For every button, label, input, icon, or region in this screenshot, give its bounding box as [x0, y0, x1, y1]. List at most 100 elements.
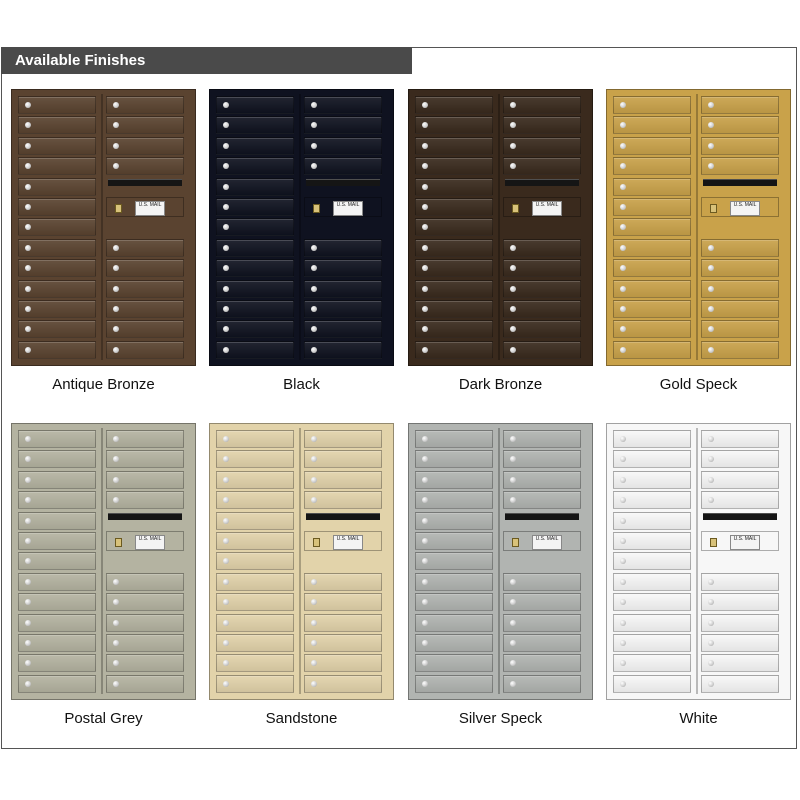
usps-plate: U.S. MAIL	[333, 201, 363, 216]
lock-icon	[25, 204, 31, 210]
mailbox-door	[216, 300, 294, 318]
lock-icon	[422, 680, 428, 687]
lock-icon	[708, 306, 714, 312]
lock-icon	[620, 660, 626, 667]
lock-icon	[422, 456, 428, 463]
mailbox-door	[613, 198, 691, 216]
lock-icon	[422, 538, 428, 544]
lock-icon	[422, 224, 428, 231]
lock-icon	[311, 306, 317, 312]
mailbox-door	[415, 320, 493, 339]
lock-icon	[223, 306, 229, 312]
lock-icon	[311, 285, 317, 292]
mailbox-door	[613, 593, 691, 612]
mailbox-door	[503, 300, 581, 318]
lock-icon	[620, 538, 626, 544]
mailbox-door	[701, 300, 779, 318]
lock-icon	[422, 142, 428, 149]
mailbox-door	[106, 238, 184, 257]
lock-icon	[113, 142, 119, 149]
lock-icon	[422, 619, 428, 626]
mailbox-door	[106, 116, 184, 135]
mailbox-image: U.S. MAIL	[209, 423, 394, 700]
mailbox-door	[613, 470, 691, 489]
mailbox-door	[18, 634, 96, 652]
lock-icon	[510, 497, 516, 504]
lock-icon	[620, 517, 626, 524]
mailbox-door	[18, 238, 96, 257]
lock-icon	[708, 497, 714, 504]
mailbox-door	[106, 674, 184, 693]
lock-icon	[223, 265, 229, 272]
finish-card: U.S. MAIL Silver Speck	[408, 423, 593, 727]
mailbox-door	[415, 96, 493, 114]
mailbox-door	[613, 218, 691, 237]
mailbox-door	[304, 674, 382, 693]
lock-icon	[422, 599, 428, 606]
lock-icon	[223, 183, 229, 190]
lock-icon	[311, 619, 317, 626]
mailbox-door	[304, 238, 382, 257]
finish-card: U.S. MAIL Black	[209, 89, 394, 393]
outgoing-mail-slot	[108, 513, 182, 520]
lock-icon	[422, 346, 428, 353]
lock-icon	[25, 619, 31, 626]
lock-icon	[223, 122, 229, 129]
lock-icon	[113, 436, 119, 442]
master-door: U.S. MAIL	[701, 197, 779, 217]
lock-icon	[620, 224, 626, 231]
lock-icon	[422, 306, 428, 312]
mailbox-image: U.S. MAIL	[408, 89, 593, 366]
lock-icon	[223, 244, 229, 251]
lock-icon	[223, 497, 229, 504]
lock-icon	[311, 578, 317, 585]
mailbox-door	[216, 674, 294, 693]
mailbox-door	[415, 259, 493, 278]
mailbox-door	[701, 593, 779, 612]
lock-icon	[223, 102, 229, 108]
lock-icon	[422, 497, 428, 504]
lock-icon	[311, 122, 317, 129]
lock-icon	[422, 640, 428, 646]
mailbox-door	[216, 177, 294, 196]
mailbox-door	[216, 96, 294, 114]
mailbox-door	[701, 157, 779, 176]
master-door: U.S. MAIL	[304, 531, 382, 551]
lock-icon	[113, 244, 119, 251]
usps-plate: U.S. MAIL	[532, 535, 562, 550]
mailbox-door	[415, 674, 493, 693]
mailbox-door	[18, 259, 96, 278]
lock-icon	[708, 244, 714, 251]
lock-icon	[422, 285, 428, 292]
mailbox-door	[415, 654, 493, 673]
mailbox-door	[701, 238, 779, 257]
mailbox-door	[18, 300, 96, 318]
lock-icon	[113, 476, 119, 483]
mailbox-door	[18, 532, 96, 550]
master-lock-icon	[313, 204, 320, 213]
lock-icon	[510, 578, 516, 585]
mailbox-door	[613, 238, 691, 257]
mailbox-door	[701, 96, 779, 114]
mailbox-door	[304, 340, 382, 359]
master-door: U.S. MAIL	[106, 197, 184, 217]
mailbox-door	[18, 470, 96, 489]
mailbox-door	[18, 430, 96, 448]
mailbox-door	[701, 340, 779, 359]
lock-icon	[223, 599, 229, 606]
column-divider	[299, 94, 301, 360]
lock-icon	[113, 102, 119, 108]
lock-icon	[510, 306, 516, 312]
mailbox-door	[304, 136, 382, 155]
lock-icon	[113, 599, 119, 606]
lock-icon	[620, 599, 626, 606]
mailbox-door	[701, 320, 779, 339]
mailbox-door	[613, 259, 691, 278]
mailbox-door	[613, 340, 691, 359]
mailbox-door	[503, 450, 581, 469]
mailbox-door	[106, 340, 184, 359]
mailbox-door	[304, 450, 382, 469]
finish-card: U.S. MAIL Sandstone	[209, 423, 394, 727]
mailbox-door	[18, 177, 96, 196]
lock-icon	[422, 558, 428, 565]
